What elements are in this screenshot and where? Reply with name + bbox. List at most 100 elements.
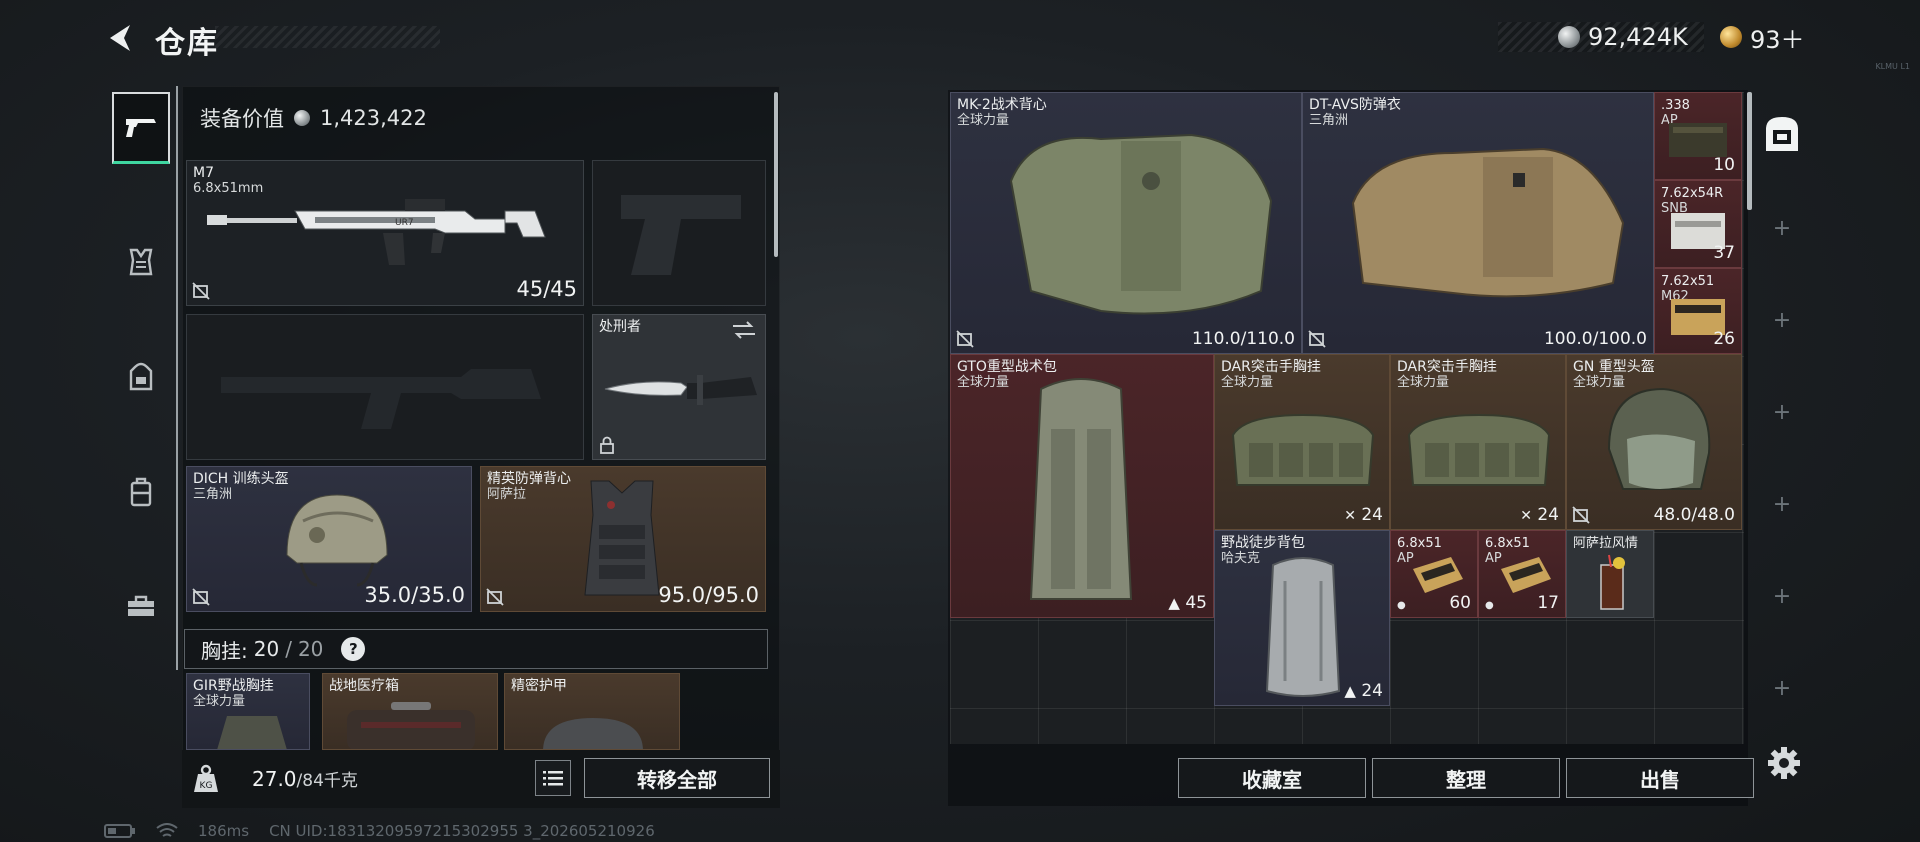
stash-item[interactable]: MK-2战术背心 全球力量 110.0/110.0 (950, 92, 1302, 354)
melee-slot[interactable]: 处刑者 (592, 314, 766, 460)
armor-name: 精英防弹背心 (487, 471, 571, 487)
armor-vest-image (1351, 147, 1625, 298)
nav-tab-weapons[interactable] (112, 92, 170, 164)
backpack-icon: ▲ (1168, 594, 1180, 612)
backpack-icon (129, 362, 153, 391)
item-count: 10 (1713, 155, 1735, 175)
item-origin: 三角洲 (1309, 113, 1349, 128)
stash-item[interactable]: GTO重型战术包 全球力量 ▲ 45 (950, 354, 1214, 618)
helmet-origin: 三角洲 (193, 487, 233, 502)
item-capacity: ✕ 24 (1520, 505, 1559, 525)
nav-tab-vest[interactable] (112, 226, 170, 298)
vest-item-gir[interactable]: GIR野战胸挂 全球力量 (186, 673, 310, 750)
transfer-all-button[interactable]: 转移全部 (584, 758, 770, 798)
wifi-icon (156, 823, 178, 837)
swap-icon[interactable] (731, 321, 757, 339)
chest-rig-used: 20 (253, 637, 280, 661)
list-icon (543, 771, 563, 786)
armor-slot[interactable]: 精英防弹背心 阿萨拉 95.0/95.0 (480, 466, 766, 612)
silver-amount: 92,424K (1588, 23, 1688, 51)
chest-rig-bar[interactable]: 胸挂: 20/20 ? (184, 629, 768, 669)
stash-grid: MK-2战术背心 全球力量 110.0/110.0 DT-AVS防弹衣 三角洲 … (950, 92, 1744, 744)
item-count: 37 (1713, 243, 1735, 263)
vest-item-medkit[interactable]: 战地医疗箱 (322, 673, 498, 750)
stash-tab-main[interactable] (1760, 112, 1804, 156)
stash-item[interactable]: 6.8x51 AP ● 60 (1390, 530, 1478, 618)
organize-button[interactable]: 整理 (1372, 758, 1560, 798)
stash-item[interactable]: DT-AVS防弹衣 三角洲 100.0/100.0 (1302, 92, 1654, 354)
pistol-slot[interactable] (592, 160, 766, 306)
vest-item-name: 战地医疗箱 (329, 678, 399, 694)
safe-box-icon (1766, 117, 1798, 151)
secondary-weapon-slot[interactable] (186, 314, 584, 460)
title-decoration (215, 26, 440, 48)
helmet-name: DICH 训练头盔 (193, 471, 289, 487)
item-name: 野战徒步背包 (1221, 535, 1305, 551)
add-stash-tab-button[interactable]: + (1752, 584, 1812, 609)
add-stash-tab-button[interactable]: + (1752, 676, 1812, 701)
collection-room-button[interactable]: 收藏室 (1178, 758, 1366, 798)
stash-item[interactable]: DAR突击手胸挂 全球力量 ✕ 24 (1390, 354, 1566, 530)
rifle-image: UR7 (207, 199, 546, 265)
ammo-box-image (1413, 557, 1463, 593)
item-name: 7.62x51 (1661, 274, 1715, 289)
item-name: DT-AVS防弹衣 (1309, 97, 1401, 113)
help-icon[interactable]: ? (341, 637, 366, 661)
chest-rig-image (1407, 413, 1551, 486)
stash-item[interactable]: GN 重型头盔 全球力量 48.0/48.0 (1566, 354, 1742, 530)
chest-rig-total: 20 (297, 637, 324, 661)
stash-item[interactable]: 7.62x51 M62 26 (1654, 268, 1742, 354)
item-name: MK-2战术背心 (957, 97, 1047, 113)
chest-rig-label: 胸挂: (201, 638, 248, 663)
status-bar: 186ms CN UID:18313209597215302955 3_2026… (104, 822, 655, 840)
currency-tag: KLMU L1 (1875, 62, 1910, 71)
no-insure-icon (1572, 506, 1590, 524)
vest-item-armor[interactable]: 精密护甲 (504, 673, 680, 750)
weapon-name: M7 (193, 165, 214, 181)
add-stash-tab-button[interactable]: + (1752, 308, 1812, 333)
nav-tab-case[interactable] (112, 456, 170, 528)
gold-currency[interactable]: 93＋ (1720, 22, 1805, 54)
item-name: 6.8x51 (1397, 536, 1442, 551)
back-arrow-icon (110, 25, 130, 51)
armor-image (584, 480, 660, 596)
primary-weapon-slot[interactable]: M7 6.8x51mm UR7 45/45 (186, 160, 584, 306)
weapon-ammo: 45/45 (516, 277, 577, 301)
no-insure-icon (486, 588, 504, 606)
svg-text:UR7: UR7 (395, 218, 414, 228)
pistol-silhouette-icon (621, 195, 741, 275)
battery-icon (104, 824, 135, 838)
item-name: GN 重型头盔 (1573, 359, 1655, 375)
ammo-box-image (1501, 557, 1551, 593)
sell-button[interactable]: 出售 (1566, 758, 1754, 798)
loadout-scrollbar[interactable] (774, 92, 778, 257)
backpack-image (1029, 378, 1133, 600)
latency: 186ms (198, 822, 250, 840)
stash-item[interactable]: .338 AP 10 (1654, 92, 1742, 180)
nav-tab-toolbox[interactable] (112, 570, 170, 642)
item-durability: 48.0/48.0 (1653, 505, 1735, 525)
item-name: 7.62x54R (1661, 186, 1724, 201)
dot-icon: ● (1397, 600, 1406, 611)
stash-item[interactable]: 7.62x54R SNB 37 (1654, 180, 1742, 268)
stash-tab-rail: + + + + + + (1752, 92, 1812, 772)
helmet-image (286, 494, 388, 587)
list-view-button[interactable] (535, 760, 571, 796)
add-stash-tab-button[interactable]: + (1752, 492, 1812, 517)
item-durability: 100.0/100.0 (1543, 329, 1647, 349)
stash-item[interactable]: 6.8x51 AP ● 17 (1478, 530, 1566, 618)
stash-item[interactable]: 阿萨拉风情 (1566, 530, 1654, 618)
duffel-image (1265, 557, 1341, 697)
helmet-slot[interactable]: DICH 训练头盔 三角洲 35.0/35.0 (186, 466, 472, 612)
settings-gear-icon[interactable] (1766, 745, 1802, 781)
weight-icon: KG (194, 764, 218, 792)
back-button[interactable] (100, 18, 140, 58)
nav-tab-backpack[interactable] (112, 340, 170, 412)
add-stash-tab-button[interactable]: + (1752, 216, 1812, 241)
weight-indicator: KG (190, 758, 222, 800)
item-capacity-value: 24 (1361, 505, 1383, 525)
stash-item[interactable]: DAR突击手胸挂 全球力量 ✕ 24 (1214, 354, 1390, 530)
stash-item[interactable]: 野战徒步背包 哈夫克 ▲ 24 (1214, 530, 1390, 706)
add-stash-tab-button[interactable]: + (1752, 400, 1812, 425)
silver-currency[interactable]: 92,424K (1558, 22, 1688, 52)
